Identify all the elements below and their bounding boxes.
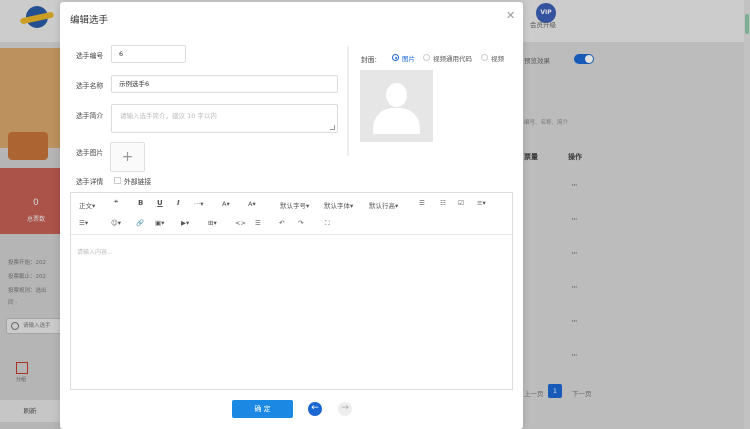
line-height-dropdown[interactable]: 默认行高▾ bbox=[369, 200, 398, 210]
external-link-checkbox[interactable] bbox=[114, 177, 121, 184]
cover-label: 封面: bbox=[361, 56, 377, 64]
player-number-input[interactable]: 6 bbox=[111, 45, 186, 63]
background-color-dropdown[interactable]: A▾ bbox=[248, 200, 256, 208]
editor-placeholder[interactable]: 请输入内容... bbox=[77, 247, 113, 256]
resize-grip-icon[interactable] bbox=[330, 125, 335, 130]
font-color-dropdown[interactable]: A▾ bbox=[222, 200, 230, 208]
undo-icon[interactable]: ↶ bbox=[279, 219, 284, 227]
italic-icon[interactable]: I bbox=[177, 199, 180, 207]
fullscreen-icon[interactable]: ⛶ bbox=[325, 219, 330, 228]
cover-video-code-radio[interactable] bbox=[423, 54, 430, 61]
cover-video-radio[interactable] bbox=[481, 54, 488, 61]
external-link-label[interactable]: 外部链接 bbox=[124, 176, 151, 186]
editor-toolbar: 正文▾ ❝ B U I ···▾ A▾ A▾ 默认字号▾ 默认字体▾ 默认行高▾… bbox=[71, 193, 512, 235]
avatar-body-icon bbox=[373, 108, 420, 134]
close-icon[interactable]: ✕ bbox=[506, 9, 515, 22]
align-dropdown[interactable]: ≡▾ bbox=[477, 199, 486, 207]
dialog-title: 编辑选手 bbox=[70, 15, 109, 26]
avatar-head-icon bbox=[386, 83, 407, 107]
todo-icon[interactable]: ☑ bbox=[458, 199, 464, 207]
more-styles-dropdown[interactable]: ···▾ bbox=[194, 200, 203, 208]
indent-dropdown[interactable]: ☰▾ bbox=[79, 219, 88, 227]
font-family-dropdown[interactable]: 默认字体▾ bbox=[324, 200, 353, 210]
player-name-input[interactable]: 示例选手6 bbox=[111, 75, 338, 93]
arrow-left-icon[interactable]: ← bbox=[308, 402, 322, 416]
quote-icon[interactable]: ❝ bbox=[114, 199, 118, 207]
cover-image-placeholder[interactable] bbox=[360, 70, 433, 142]
arrow-right-icon[interactable]: → bbox=[338, 402, 352, 416]
image-dropdown[interactable]: ▣▾ bbox=[155, 219, 164, 227]
redo-icon[interactable]: ↷ bbox=[298, 219, 303, 227]
edit-player-dialog: 编辑选手 ✕ 选手编号 6 选手名称 示例选手6 选手简介 请输入选手简介，建议… bbox=[60, 2, 523, 429]
font-size-dropdown[interactable]: 默认字号▾ bbox=[280, 200, 309, 210]
underline-icon[interactable]: U bbox=[157, 199, 163, 207]
player-number-label: 选手编号 bbox=[76, 52, 104, 60]
bullet-list-icon[interactable]: ☰ bbox=[419, 199, 425, 207]
image-upload-button[interactable]: + bbox=[110, 142, 145, 172]
section-divider bbox=[347, 46, 349, 156]
player-name-label: 选手名称 bbox=[76, 82, 104, 90]
video-dropdown[interactable]: ▶▾ bbox=[181, 219, 189, 227]
emoji-dropdown[interactable]: ☺▾ bbox=[111, 219, 121, 227]
rich-text-editor: 正文▾ ❝ B U I ···▾ A▾ A▾ 默认字号▾ 默认字体▾ 默认行高▾… bbox=[70, 192, 513, 390]
cover-video-option[interactable]: 视频 bbox=[491, 53, 504, 63]
player-detail-label: 选手详情 bbox=[76, 178, 104, 186]
numbered-list-icon[interactable]: ☷ bbox=[440, 199, 446, 207]
paragraph-format-dropdown[interactable]: 正文▾ bbox=[79, 200, 95, 210]
cover-image-option[interactable]: 图片 bbox=[402, 53, 415, 63]
cover-video-code-option[interactable]: 视频通用代码 bbox=[433, 53, 472, 63]
player-intro-placeholder: 请输入选手简介，建议 10 字以内 bbox=[120, 112, 217, 120]
link-icon[interactable]: 🔗 bbox=[136, 219, 144, 227]
code-icon[interactable]: <> bbox=[235, 219, 246, 227]
bold-icon[interactable]: B bbox=[138, 199, 143, 207]
player-image-label: 选手图片 bbox=[76, 149, 104, 157]
player-intro-label: 选手简介 bbox=[76, 112, 104, 120]
table-dropdown[interactable]: ⊞▾ bbox=[208, 219, 217, 227]
player-intro-textarea[interactable]: 请输入选手简介，建议 10 字以内 bbox=[111, 104, 338, 133]
divider-line-icon[interactable]: ☰ bbox=[255, 219, 261, 227]
cover-image-radio[interactable] bbox=[392, 54, 399, 61]
confirm-button[interactable]: 确 定 bbox=[232, 400, 293, 418]
